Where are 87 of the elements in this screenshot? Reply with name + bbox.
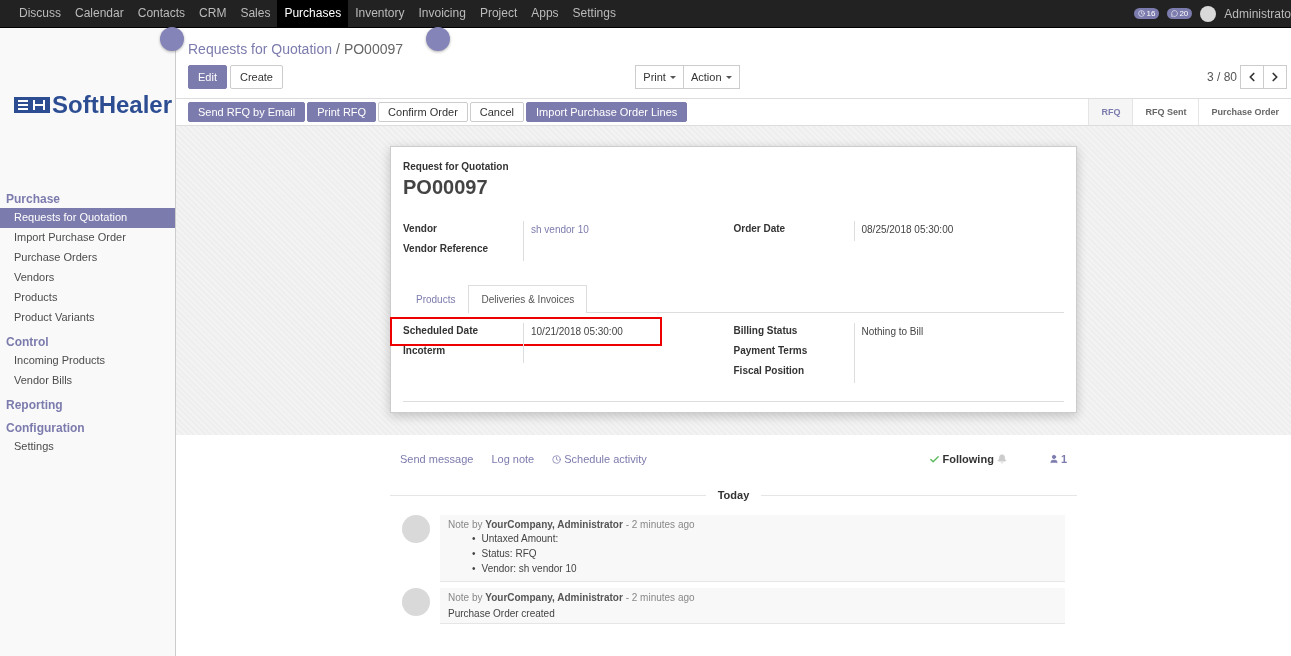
header-button[interactable]: Cancel [469, 102, 525, 122]
sidebar-item[interactable]: Product Variants [0, 308, 175, 328]
sidebar-heading[interactable]: Reporting [0, 395, 175, 414]
clock-icon [1138, 10, 1146, 17]
field-value: 08/25/2018 05:30:00 [853, 221, 1064, 241]
previous-button[interactable] [1240, 65, 1264, 89]
menu-item[interactable]: Project [472, 0, 525, 27]
field-label: Billing Status [733, 324, 799, 338]
check-icon [928, 453, 940, 465]
breadcrumb-link[interactable]: Requests for Quotation [188, 41, 332, 57]
breadcrumb-current: PO00097 [343, 41, 404, 57]
caret-icon [725, 75, 732, 79]
day-separator: Today [717, 489, 750, 501]
chat-icon [1171, 10, 1179, 17]
logo-text: SoftHealer [52, 91, 173, 119]
form-button[interactable]: Edit [188, 65, 227, 89]
dropdown-button[interactable]: Action [682, 65, 740, 89]
field-label: Vendor [403, 222, 438, 236]
form-tab[interactable]: Deliveries & Invoices [468, 285, 588, 313]
dropdown-button[interactable]: Print [635, 65, 684, 89]
menu-item[interactable]: Sales [233, 0, 278, 27]
next-button[interactable] [1263, 65, 1287, 89]
field-label: Scheduled Date [403, 324, 480, 338]
message-line: Untaxed Amount: [481, 532, 559, 545]
form-subtitle: Request for Quotation [403, 161, 510, 172]
activity-badge[interactable]: 16 [1134, 8, 1160, 19]
menu-item[interactable]: Calendar [68, 0, 131, 27]
message-line: Vendor: sh vendor 10 [481, 562, 577, 575]
caret-icon [669, 75, 676, 79]
following-button[interactable]: Following [928, 453, 1007, 465]
field-label: Order Date [733, 222, 787, 236]
menu-item[interactable]: Settings [565, 0, 623, 27]
field-label: Payment Terms [733, 344, 809, 358]
sidebar-item[interactable]: Incoming Products [0, 351, 175, 371]
header-button[interactable]: Import Purchase Order Lines [526, 102, 688, 122]
menu-item[interactable]: CRM [192, 0, 234, 27]
field-label: Incoterm [403, 344, 447, 358]
menu-item[interactable]: Discuss [12, 0, 68, 27]
message-line: Status: RFQ [481, 547, 537, 560]
breadcrumb-separator: / [336, 41, 340, 57]
sidebar-heading[interactable]: Purchase [0, 189, 175, 208]
message-header: Note by YourCompany, Administrator - 2 minutes ago [448, 592, 696, 603]
field-label: Vendor Reference [403, 242, 490, 256]
field-label: Fiscal Position [733, 364, 806, 378]
sidebar-item[interactable]: Purchase Orders [0, 248, 175, 268]
user-icon [1048, 454, 1059, 464]
field-value: Nothing to Bill [853, 323, 1064, 343]
menu-item[interactable]: Invoicing [411, 0, 473, 27]
sidebar-item[interactable]: Requests for Quotation [0, 208, 175, 228]
chatter-link[interactable]: Schedule activity [552, 453, 647, 465]
bullet-mark: • [472, 562, 476, 575]
pager-text: 3 / 80 [1206, 70, 1237, 84]
menu-item[interactable]: Apps [524, 0, 566, 27]
field-link[interactable]: sh vendor 10 [523, 221, 734, 241]
chatter-link[interactable]: Log note [491, 453, 535, 465]
avatar [402, 515, 430, 543]
sidebar-item[interactable]: Settings [0, 437, 175, 457]
followers-button[interactable]: 1 [1048, 453, 1067, 465]
status-stage[interactable]: RFQ [1088, 99, 1133, 125]
sidebar-item[interactable]: Vendor Bills [0, 371, 175, 391]
header-button[interactable]: Confirm Order [378, 102, 468, 122]
bullet-mark: • [472, 547, 476, 560]
menu-item[interactable]: Inventory [348, 0, 412, 27]
menu-item[interactable]: Contacts [130, 0, 193, 27]
message-header: Note by YourCompany, Administrator - 2 minutes ago [448, 519, 696, 530]
bell-icon [996, 454, 1007, 464]
message-text: Purchase Order created [448, 608, 556, 619]
form-button[interactable]: Create [229, 65, 283, 89]
avatar[interactable] [1200, 5, 1217, 22]
chatter-link[interactable]: Send message [400, 453, 474, 465]
tour-dot[interactable] [426, 27, 450, 51]
sidebar-item[interactable]: Products [0, 288, 175, 308]
field-value: 10/21/2018 05:30:00 [523, 323, 734, 343]
user-name[interactable]: Administrato [1224, 6, 1291, 21]
sidebar-item[interactable]: Vendors [0, 268, 175, 288]
avatar [402, 588, 430, 616]
sidebar-item[interactable]: Import Purchase Order [0, 228, 175, 248]
clock-icon [552, 454, 562, 464]
header-button[interactable]: Print RFQ [307, 102, 377, 122]
logo-mark [14, 95, 50, 115]
sidebar-heading[interactable]: Control [0, 332, 175, 351]
menu-item[interactable]: Purchases [277, 0, 349, 27]
bullet-mark: • [472, 532, 476, 545]
sidebar-heading[interactable]: Configuration [0, 418, 175, 437]
form-title: PO00097 [403, 176, 489, 199]
header-button[interactable]: Send RFQ by Email [188, 102, 306, 122]
message-badge[interactable]: 20 [1167, 8, 1193, 19]
